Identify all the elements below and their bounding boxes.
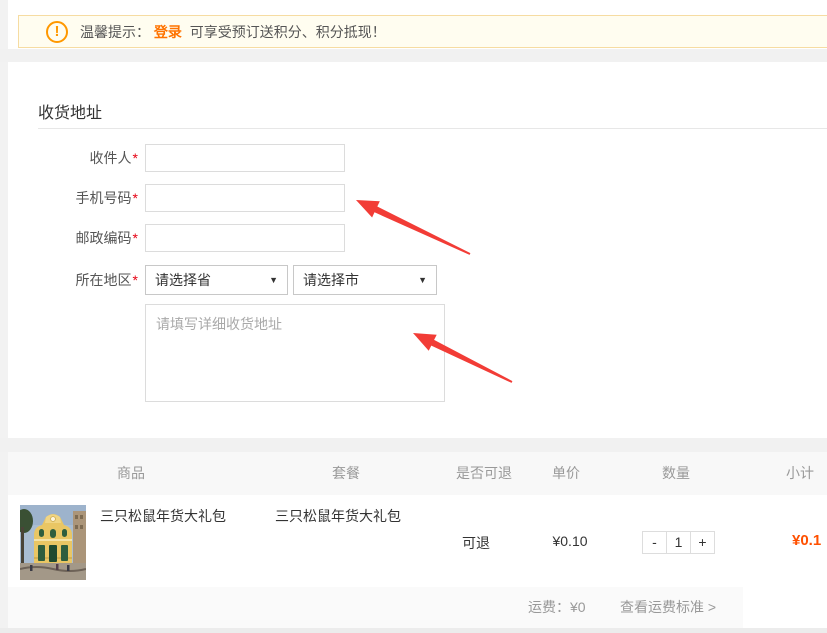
- province-select[interactable]: 请选择省 ▼: [145, 265, 288, 295]
- postcode-label-text: 邮政编码: [76, 230, 132, 246]
- city-select-value: 请选择市: [303, 270, 359, 290]
- login-link[interactable]: 登录: [154, 24, 182, 40]
- recipient-label: 收件人*: [0, 144, 138, 172]
- city-select[interactable]: 请选择市 ▼: [293, 265, 437, 295]
- address-section-title: 收货地址: [38, 99, 102, 123]
- package-name: 三只松鼠年货大礼包: [275, 506, 440, 526]
- phone-label: 手机号码*: [0, 184, 138, 212]
- recipient-label-text: 收件人: [90, 150, 132, 166]
- header-quantity: 数量: [662, 452, 690, 495]
- postcode-label: 邮政编码*: [0, 224, 138, 252]
- required-asterisk: *: [133, 190, 138, 206]
- header-unit-price: 单价: [552, 452, 580, 495]
- section-gap: [0, 49, 827, 62]
- product-image: [20, 505, 86, 580]
- shipping-standard-link[interactable]: 查看运费标准 >: [620, 587, 716, 628]
- subtotal-price: ¥0.1: [792, 532, 821, 549]
- shipping-fee: 运费：¥0: [528, 587, 586, 628]
- alert-banner: ! 温馨提示： 登录 可享受预订送积分、积分抵现！: [18, 15, 827, 48]
- divider: [38, 128, 827, 129]
- phone-label-text: 手机号码: [76, 190, 132, 206]
- page-background-strip: [0, 0, 8, 633]
- address-detail-textarea[interactable]: [145, 304, 445, 402]
- checkout-page: ! 温馨提示： 登录 可享受预订送积分、积分抵现！ 收货地址 收件人* 手机号码…: [0, 0, 827, 633]
- region-label-text: 所在地区: [76, 272, 132, 288]
- qty-increase-button[interactable]: +: [691, 531, 715, 554]
- exclamation-circle-icon: !: [46, 21, 68, 43]
- province-select-value: 请选择省: [155, 270, 211, 290]
- header-refundable: 是否可退: [456, 452, 512, 495]
- order-table-header: 商品 套餐 是否可退 单价 数量 小计: [8, 452, 827, 495]
- refundable-status: 可退: [462, 533, 490, 553]
- annotation-arrow-phone: [356, 200, 470, 255]
- required-asterisk: *: [133, 150, 138, 166]
- chevron-down-icon: ▼: [269, 275, 278, 285]
- recipient-input[interactable]: [145, 144, 345, 172]
- phone-input[interactable]: [145, 184, 345, 212]
- chevron-down-icon: ▼: [418, 275, 427, 285]
- banner-text: 温馨提示： 登录 可享受预订送积分、积分抵现！: [80, 22, 386, 42]
- header-subtotal: 小计: [786, 452, 814, 495]
- required-asterisk: *: [133, 230, 138, 246]
- shipping-footer: 运费：¥0 查看运费标准 >: [8, 587, 743, 628]
- unit-price: ¥0.10: [552, 533, 587, 549]
- qty-decrease-button[interactable]: -: [642, 531, 666, 554]
- page-bottom-strip: [0, 628, 827, 633]
- banner-message: 可享受预订送积分、积分抵现！: [190, 24, 386, 40]
- region-label: 所在地区*: [0, 265, 138, 295]
- product-name: 三只松鼠年货大礼包: [100, 506, 265, 526]
- quantity-stepper: - 1 +: [642, 531, 715, 554]
- header-package: 套餐: [332, 452, 360, 495]
- section-gap: [0, 438, 827, 452]
- required-asterisk: *: [133, 272, 138, 288]
- header-product: 商品: [117, 452, 145, 495]
- qty-value[interactable]: 1: [666, 531, 691, 554]
- banner-prefix: 温馨提示：: [80, 24, 150, 40]
- postcode-input[interactable]: [145, 224, 345, 252]
